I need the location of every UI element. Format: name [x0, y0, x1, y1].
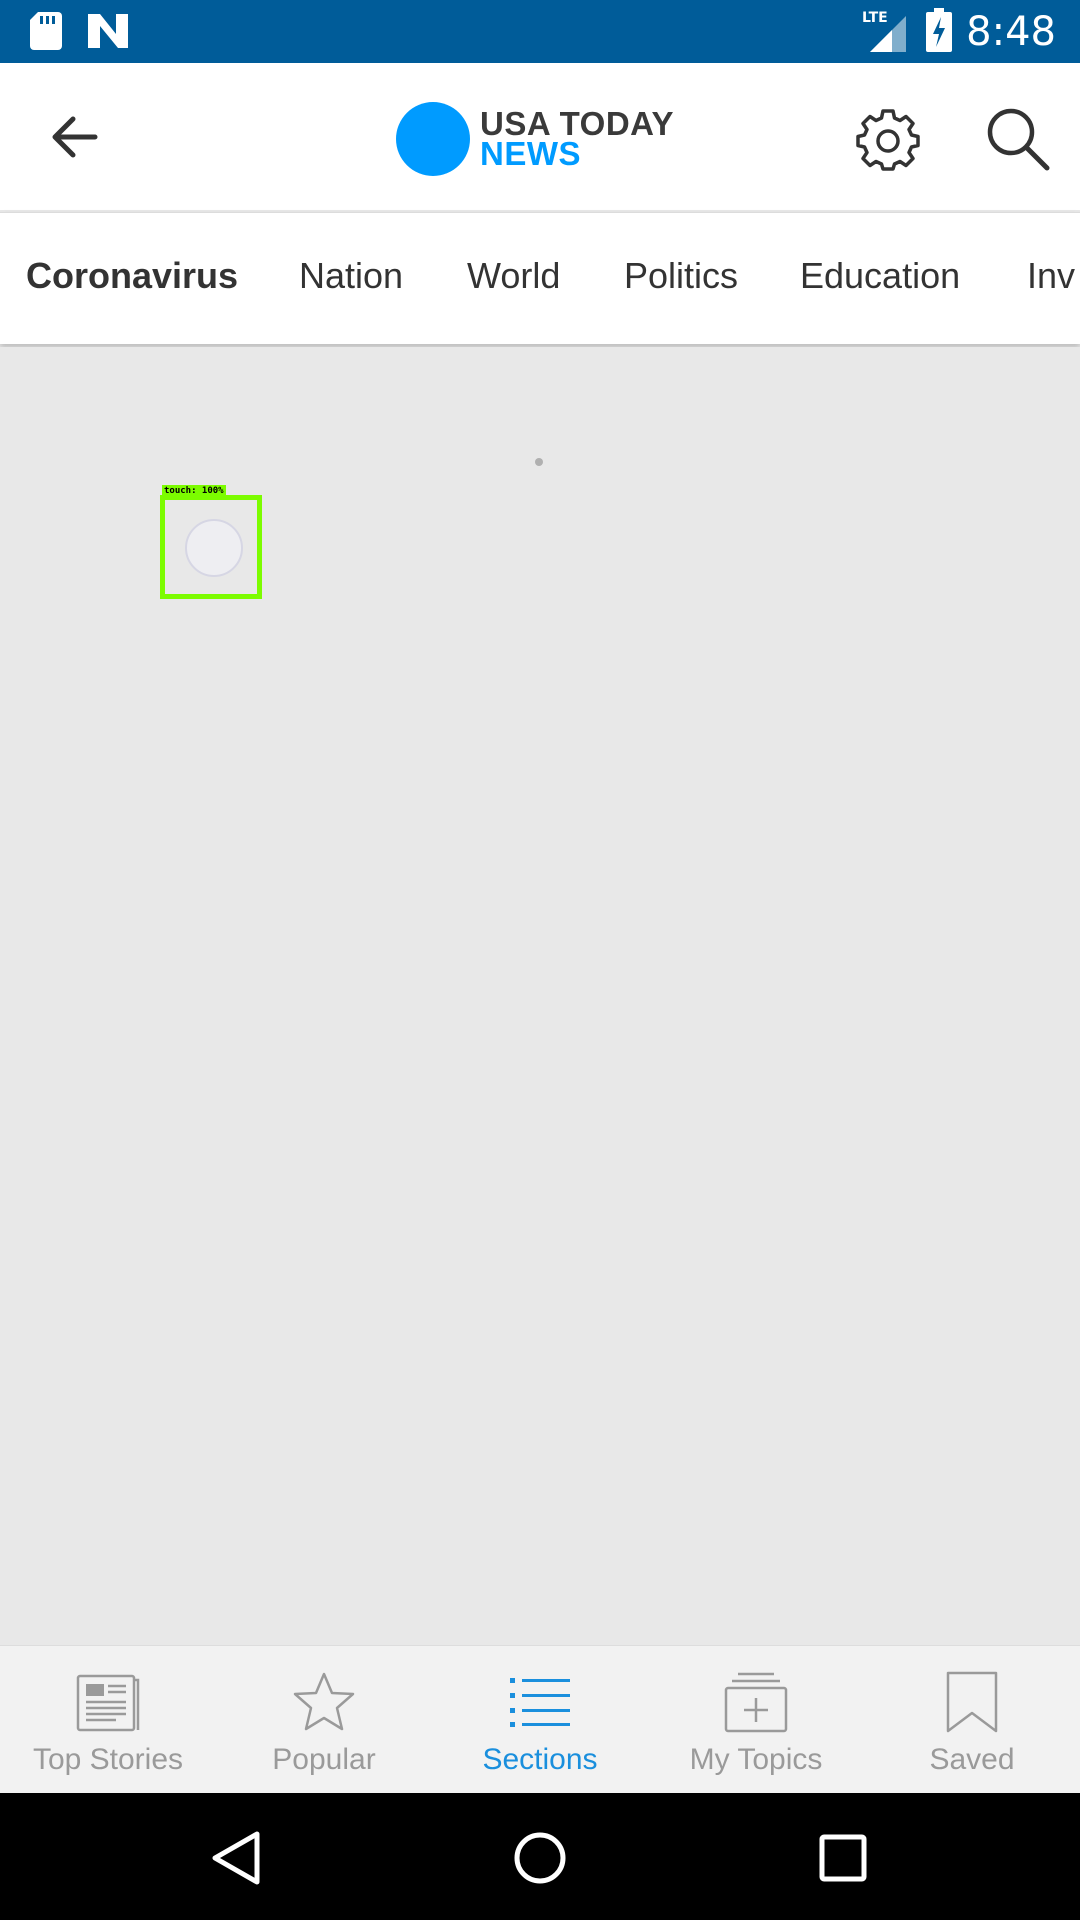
- system-home-button[interactable]: [505, 1823, 575, 1893]
- search-icon: [987, 108, 1050, 171]
- bottom-nav: Top Stories Popular Sections My Topics S…: [0, 1645, 1080, 1793]
- n-notification-icon: [88, 14, 128, 53]
- nav-label: Top Stories: [32, 1743, 184, 1776]
- status-time: 8:48: [966, 9, 1056, 55]
- status-left: [30, 12, 128, 55]
- triangle-back-icon: [212, 1831, 260, 1885]
- logo-text: USA TODAY NEWS: [480, 107, 674, 172]
- tab-coronavirus[interactable]: Coronavirus: [26, 251, 238, 301]
- star-icon: [292, 1670, 356, 1734]
- back-arrow-icon: [52, 116, 98, 158]
- touch-point: [185, 519, 243, 577]
- gear-icon: [856, 109, 920, 171]
- back-button[interactable]: [36, 105, 112, 169]
- section-tabs: Coronavirus Nation World Politics Educat…: [0, 212, 1080, 344]
- nav-label: Saved: [929, 1743, 1015, 1776]
- list-icon: [508, 1670, 572, 1734]
- battery-charging-icon: [926, 7, 953, 57]
- svg-text:LTE: LTE: [862, 10, 888, 26]
- nav-sections[interactable]: Sections: [432, 1646, 648, 1794]
- settings-button[interactable]: [852, 103, 924, 175]
- square-recents-icon: [819, 1834, 867, 1882]
- loading-indicator: [535, 458, 543, 466]
- nav-label: My Topics: [689, 1743, 823, 1776]
- circle-home-icon: [514, 1832, 566, 1884]
- lte-signal-icon: LTE: [862, 8, 912, 57]
- app-bar: USA TODAY NEWS: [0, 63, 1080, 210]
- tab-education[interactable]: Education: [800, 251, 960, 301]
- nav-saved[interactable]: Saved: [864, 1646, 1080, 1794]
- system-recents-button[interactable]: [808, 1823, 878, 1893]
- system-back-button[interactable]: [202, 1823, 272, 1893]
- add-topics-icon: [724, 1670, 788, 1734]
- status-bar: LTE 8:48: [0, 0, 1080, 63]
- nav-label: Popular: [272, 1743, 376, 1776]
- nav-my-topics[interactable]: My Topics: [648, 1646, 864, 1794]
- search-button[interactable]: [978, 99, 1058, 179]
- status-right: LTE 8:48: [862, 6, 1056, 58]
- usa-today-logo: USA TODAY NEWS: [396, 101, 674, 177]
- system-nav-bar: [0, 1793, 1080, 1920]
- tab-nation[interactable]: Nation: [299, 251, 403, 301]
- bookmark-icon: [944, 1670, 1000, 1734]
- nav-top-stories[interactable]: Top Stories: [0, 1646, 216, 1794]
- nav-popular[interactable]: Popular: [216, 1646, 432, 1794]
- touch-overlay-box: [160, 495, 262, 599]
- nav-label: Sections: [482, 1743, 598, 1776]
- newspaper-icon: [76, 1670, 140, 1734]
- tab-politics[interactable]: Politics: [624, 251, 738, 301]
- logo-dot: [396, 102, 470, 176]
- tab-world[interactable]: World: [467, 251, 560, 301]
- logo-line2: NEWS: [480, 135, 581, 172]
- tab-investigations[interactable]: Inv: [1027, 251, 1075, 301]
- content-area[interactable]: touch: 100%: [0, 347, 1080, 1645]
- sd-card-icon: [30, 12, 62, 55]
